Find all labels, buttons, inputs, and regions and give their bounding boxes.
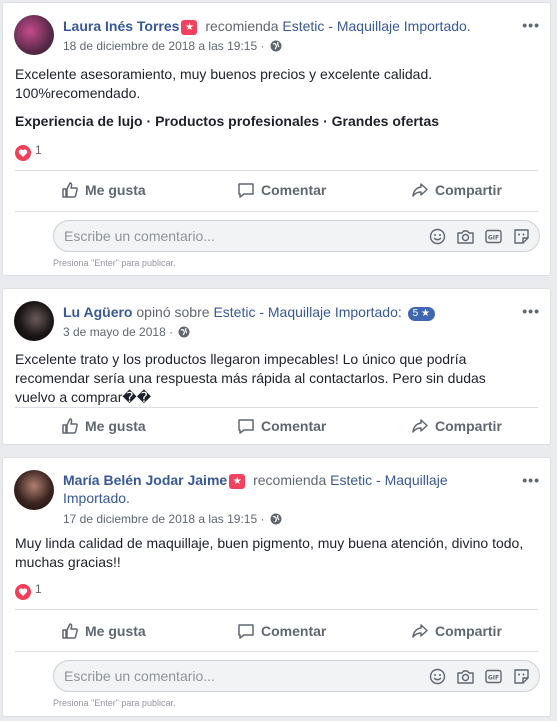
like-label: Me gusta: [85, 182, 146, 198]
thumbs-up-icon: [62, 182, 78, 198]
svg-text:GIF: GIF: [488, 675, 499, 682]
share-button[interactable]: Compartir: [411, 173, 502, 207]
share-button[interactable]: Compartir: [411, 409, 502, 443]
post-action: recomienda: [205, 18, 279, 34]
post-date-link[interactable]: 18 de diciembre de 2018 a las 19:15: [63, 39, 257, 53]
share-icon: [412, 419, 428, 433]
globe-icon: [178, 326, 190, 338]
emoji-icon[interactable]: [428, 227, 447, 246]
comment-box: GIF: [53, 220, 540, 252]
post-date-link[interactable]: 3 de mayo de 2018: [63, 325, 166, 339]
divider: [15, 170, 538, 171]
page-link[interactable]: Estetic - Maquillaje Importado:: [213, 304, 401, 320]
reaction-count: 1: [35, 143, 42, 157]
comment-tools: GIF: [428, 667, 531, 686]
like-button[interactable]: Me gusta: [61, 409, 146, 443]
reaction-summary[interactable]: 1: [15, 143, 42, 161]
love-reaction-icon: [15, 584, 31, 600]
comment-label: Comentar: [261, 182, 327, 198]
comment-label: Comentar: [261, 623, 327, 639]
share-icon: [412, 183, 428, 197]
more-options-icon[interactable]: •••: [522, 17, 540, 33]
post-card: Lu Agüero opinó sobre Estetic - Maquilla…: [2, 288, 551, 445]
author-name[interactable]: Lu Agüero: [63, 304, 132, 320]
post-date: 17 de diciembre de 2018 a las 19:15 ·: [63, 512, 282, 526]
globe-icon: [270, 40, 282, 52]
divider: [15, 609, 538, 610]
page-link[interactable]: Estetic - Maquillaje Importado.: [282, 18, 470, 34]
svg-text:GIF: GIF: [488, 235, 499, 242]
like-label: Me gusta: [85, 623, 146, 639]
comment-icon: [238, 419, 254, 434]
enter-hint: Presiona "Enter" para publicar.: [53, 698, 176, 708]
enter-hint: Presiona "Enter" para publicar.: [53, 258, 176, 268]
comment-button[interactable]: Comentar: [237, 614, 326, 648]
divider: [15, 407, 538, 408]
post-card: Laura Inés Torres ★ recomienda Estetic - …: [2, 2, 551, 276]
share-icon: [412, 624, 428, 638]
post-text: Muy linda calidad de maquillaje, buen pi…: [15, 535, 524, 570]
like-button[interactable]: Me gusta: [61, 173, 146, 207]
post-date: 3 de mayo de 2018 ·: [63, 325, 190, 339]
post-header: Lu Agüero opinó sobre Estetic - Maquilla…: [63, 303, 510, 321]
share-label: Compartir: [435, 182, 502, 198]
comment-input[interactable]: [64, 221, 364, 251]
reaction-summary[interactable]: 1: [15, 582, 42, 600]
recommend-badge-icon: ★: [181, 20, 198, 35]
author-name[interactable]: Laura Inés Torres: [63, 18, 179, 34]
comment-tools: GIF: [428, 227, 531, 246]
tag[interactable]: Grandes ofertas: [332, 113, 439, 129]
divider: [15, 211, 538, 212]
camera-icon[interactable]: [456, 227, 475, 246]
gif-icon[interactable]: GIF: [484, 667, 503, 686]
thumbs-up-icon: [62, 623, 78, 639]
comment-label: Comentar: [261, 418, 327, 434]
author-name[interactable]: María Belén Jodar Jaime: [63, 472, 227, 488]
recommendation-tags: Experiencia de lujo · Productos profesio…: [15, 113, 440, 129]
comment-icon: [238, 624, 254, 639]
thumbs-up-icon: [62, 418, 78, 434]
love-reaction-icon: [15, 145, 31, 161]
like-button[interactable]: Me gusta: [61, 614, 146, 648]
post-header: María Belén Jodar Jaime ★ recomienda Este…: [63, 471, 510, 507]
post-header: Laura Inés Torres ★ recomienda Estetic - …: [63, 17, 510, 35]
sticker-icon[interactable]: [512, 667, 531, 686]
comment-icon: [238, 183, 254, 198]
recommend-badge-icon: ★: [229, 474, 246, 489]
avatar[interactable]: [14, 15, 54, 55]
post-action: opinó sobre: [136, 304, 210, 320]
gif-icon[interactable]: GIF: [484, 227, 503, 246]
comment-input[interactable]: [64, 661, 364, 691]
tag[interactable]: Productos profesionales: [155, 113, 319, 129]
share-label: Compartir: [435, 418, 502, 434]
share-label: Compartir: [435, 623, 502, 639]
divider: [15, 651, 538, 652]
globe-icon: [270, 513, 282, 525]
reaction-count: 1: [35, 582, 42, 596]
comment-button[interactable]: Comentar: [237, 173, 326, 207]
more-options-icon[interactable]: •••: [522, 303, 540, 319]
avatar[interactable]: [14, 470, 54, 510]
post-action: recomienda: [253, 472, 327, 488]
post-date: 18 de diciembre de 2018 a las 19:15 ·: [63, 39, 282, 53]
rating-badge: 5 ★: [407, 307, 435, 321]
post-date-link[interactable]: 17 de diciembre de 2018 a las 19:15: [63, 512, 257, 526]
post-text: Excelente asesoramiento, muy buenos prec…: [15, 66, 433, 101]
sticker-icon[interactable]: [512, 227, 531, 246]
share-button[interactable]: Compartir: [411, 614, 502, 648]
more-options-icon[interactable]: •••: [522, 472, 540, 488]
emoji-icon[interactable]: [428, 667, 447, 686]
comment-box: GIF: [53, 660, 540, 692]
camera-icon[interactable]: [456, 667, 475, 686]
like-label: Me gusta: [85, 418, 146, 434]
tag[interactable]: Experiencia de lujo: [15, 113, 143, 129]
post-card: María Belén Jodar Jaime ★ recomienda Este…: [2, 457, 551, 717]
comment-button[interactable]: Comentar: [237, 409, 326, 443]
post-text: Excelente trato y los productos llegaron…: [15, 351, 486, 405]
avatar[interactable]: [14, 301, 54, 341]
